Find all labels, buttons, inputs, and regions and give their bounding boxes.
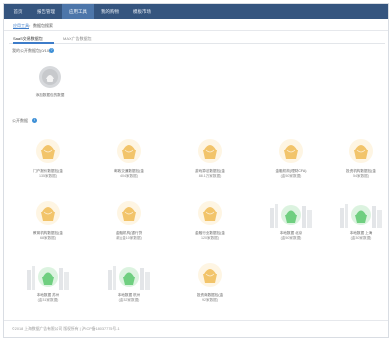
data-package-card[interactable]: 金融机构(银行贷 款)(金10家数据)	[101, 200, 157, 250]
money-bag-icon	[197, 262, 223, 289]
card-count: 68家数据)	[40, 236, 56, 240]
breadcrumb-parent-link[interactable]: 应用工具	[13, 23, 29, 29]
city-package-icon	[25, 262, 71, 291]
card-count: (金31家数据)	[37, 298, 59, 302]
tab-bar: SaaS交易数据包 MAX广告数据包	[9, 34, 385, 44]
money-bag-icon	[197, 200, 223, 227]
footer: ©2018 上海数据广告有限公司 版权所有 | 沪ICP备18037775号-1	[4, 320, 388, 337]
nav-item-tools[interactable]: 应用工具	[62, 4, 94, 19]
data-package-card[interactable]: 教育机构数据包(金 68家数据)	[20, 200, 76, 250]
help-icon[interactable]: ?	[49, 48, 54, 53]
card-count: 120家数据)	[201, 236, 219, 240]
app-frame: 首页 报告管理 应用工具 我的购物 模板市场 应用工具 > 数据包搜索 SaaS…	[3, 3, 389, 338]
data-package-card[interactable]: 本地数据 北京 (金50家数据)	[263, 200, 319, 250]
money-bag-icon	[35, 200, 61, 227]
help-icon[interactable]: i	[32, 118, 37, 123]
card-count: (金32家数据)	[118, 298, 140, 302]
top-nav: 首页 报告管理 应用工具 我的购物 模板市场	[4, 4, 388, 19]
money-bag-icon	[278, 138, 304, 165]
card-count: 88.1万家数据)	[198, 174, 222, 178]
card-count: 92家数据)	[202, 298, 218, 302]
money-bag-icon	[197, 138, 223, 165]
card-count: 款)(金10家数据)	[116, 236, 142, 240]
data-package-card[interactable]: 本地数据 杭州 (金32家数据)	[101, 262, 157, 312]
card-count: 404家数据)	[120, 174, 138, 178]
data-package-card[interactable]: 游戏算法数据包(金 88.1万家数据)	[182, 138, 238, 188]
footer-copyright: ©2018 上海数据广告有限公司 版权所有 | 沪ICP备18037775号-1	[12, 327, 120, 331]
private-section-title: 我的公开数据包(0/10)	[12, 48, 51, 53]
data-package-card[interactable]: 金融机构(理财CFA) (金50家数据)	[263, 138, 319, 188]
money-bag-icon	[35, 138, 61, 165]
data-package-card[interactable]: 金融行业数据包(金 120家数据)	[182, 200, 238, 250]
breadcrumb-current: 数据包搜索	[33, 23, 53, 28]
data-package-card[interactable]: 投资机构数据包(金 54家数据)	[333, 138, 388, 188]
data-package-card[interactable]: 投资商数据包(金 92家数据)	[182, 262, 238, 312]
card-count: 54家数据)	[353, 174, 369, 178]
card-count: (金30家数据)	[350, 236, 372, 240]
nav-item-templates[interactable]: 模板市场	[126, 4, 158, 19]
money-bag-icon	[116, 200, 142, 227]
city-package-icon	[106, 262, 152, 291]
public-section-title: 公开数据	[12, 118, 28, 123]
card-count: (金50家数据)	[280, 236, 302, 240]
card-count: 135家数据)	[39, 174, 57, 178]
money-bag-icon	[348, 138, 374, 165]
card-count: (金50家数据)	[280, 174, 302, 178]
breadcrumb: 应用工具 > 数据包搜索	[4, 19, 388, 31]
data-package-card[interactable]: 本地数据 上海 (金30家数据)	[333, 200, 388, 250]
data-package-card[interactable]: 本地数据 苏州 (金31家数据)	[20, 262, 76, 312]
data-package-card[interactable]: 邮政交通数据包(金 404家数据)	[101, 138, 157, 188]
nav-item-reports[interactable]: 报告管理	[30, 4, 62, 19]
add-data-package-card[interactable]: 添加数据包的数据	[22, 65, 78, 115]
city-package-icon	[268, 200, 314, 229]
money-bag-icon	[116, 138, 142, 165]
nav-item-shopping[interactable]: 我的购物	[94, 4, 126, 19]
data-package-card[interactable]: 门户报价数据包(金 135家数据)	[20, 138, 76, 188]
tab-max-ad-data[interactable]: MAX广告数据包	[63, 36, 92, 42]
breadcrumb-separator: >	[28, 23, 31, 28]
card-name: 添加数据包的数据	[35, 93, 65, 97]
city-package-icon	[338, 200, 384, 229]
nav-item-home[interactable]: 首页	[8, 4, 28, 19]
add-package-icon	[39, 66, 61, 88]
active-tab-indicator	[13, 42, 54, 44]
